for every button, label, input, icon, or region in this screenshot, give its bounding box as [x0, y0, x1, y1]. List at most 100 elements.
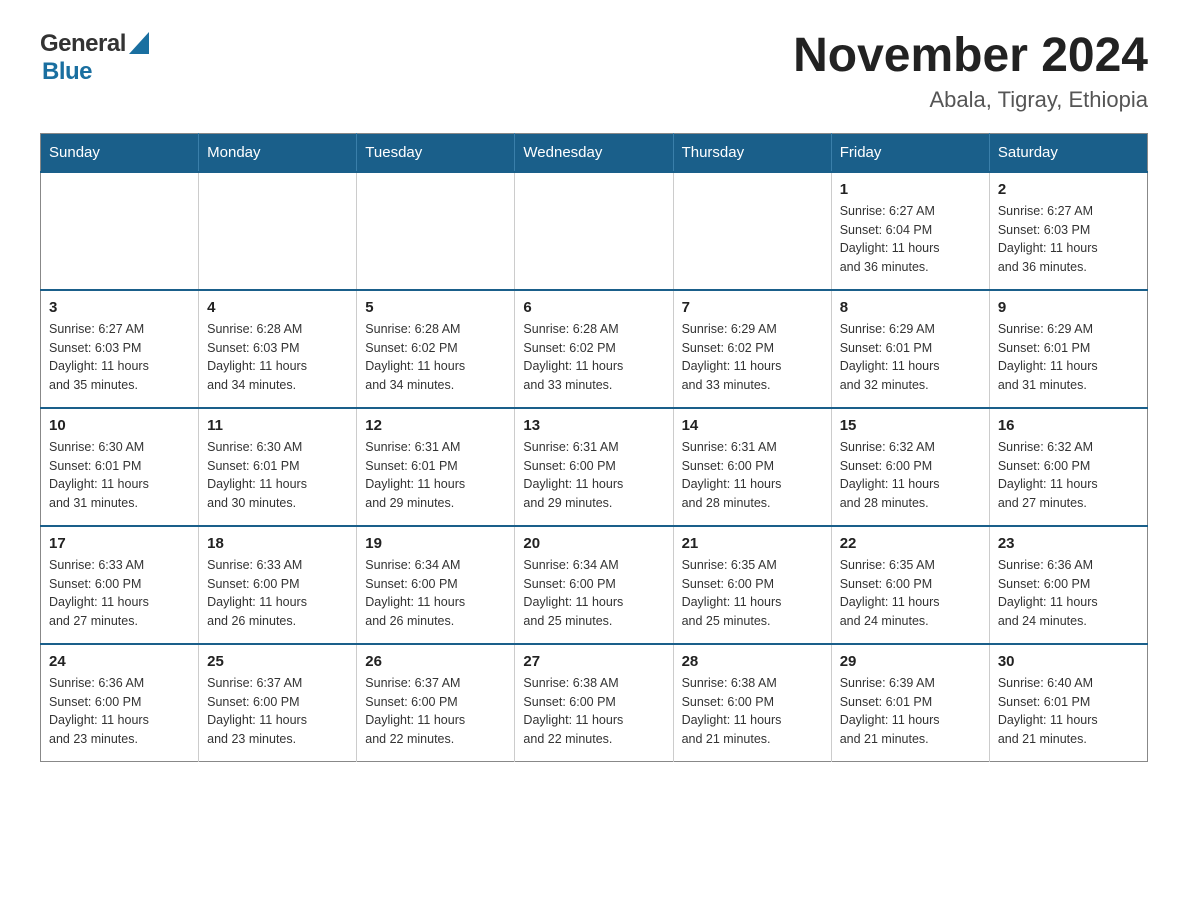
calendar-cell: 14 Sunrise: 6:31 AMSunset: 6:00 PMDayligh…: [673, 408, 831, 526]
calendar-week-row: 3 Sunrise: 6:27 AMSunset: 6:03 PMDaylight…: [41, 290, 1148, 408]
day-number: 30: [998, 653, 1139, 670]
calendar-cell: 19 Sunrise: 6:34 AMSunset: 6:00 PMDayligh…: [357, 526, 515, 644]
calendar-week-row: 1Sunrise: 6:27 AMSunset: 6:04 PMDaylight…: [41, 172, 1148, 290]
day-number: 1: [840, 181, 981, 198]
day-number: 9: [998, 299, 1139, 316]
day-info: Sunrise: 6:27 AMSunset: 6:03 PMDaylight:…: [49, 320, 190, 395]
day-info: Sunrise: 6:33 AMSunset: 6:00 PMDaylight:…: [49, 556, 190, 631]
day-number: 20: [523, 535, 664, 552]
calendar-header: SundayMondayTuesdayWednesdayThursdayFrid…: [41, 133, 1148, 172]
day-number: 17: [49, 535, 190, 552]
day-info: Sunrise: 6:36 AMSunset: 6:00 PMDaylight:…: [49, 674, 190, 749]
weekday-header-wednesday: Wednesday: [515, 133, 673, 172]
day-info: Sunrise: 6:31 AMSunset: 6:00 PMDaylight:…: [682, 438, 823, 513]
day-info: Sunrise: 6:28 AMSunset: 6:03 PMDaylight:…: [207, 320, 348, 395]
calendar-cell: 1Sunrise: 6:27 AMSunset: 6:04 PMDaylight…: [831, 172, 989, 290]
calendar-week-row: 17 Sunrise: 6:33 AMSunset: 6:00 PMDayligh…: [41, 526, 1148, 644]
day-number: 5: [365, 299, 506, 316]
logo-blue-text: Blue: [42, 58, 92, 86]
day-info: Sunrise: 6:38 AMSunset: 6:00 PMDaylight:…: [523, 674, 664, 749]
month-title: November 2024: [793, 30, 1148, 83]
day-info: Sunrise: 6:29 AMSunset: 6:02 PMDaylight:…: [682, 320, 823, 395]
day-info: Sunrise: 6:28 AMSunset: 6:02 PMDaylight:…: [523, 320, 664, 395]
day-number: 26: [365, 653, 506, 670]
day-info: Sunrise: 6:29 AMSunset: 6:01 PMDaylight:…: [998, 320, 1139, 395]
weekday-header-monday: Monday: [199, 133, 357, 172]
day-number: 15: [840, 417, 981, 434]
logo: General Blue: [40, 30, 149, 86]
calendar-cell: [41, 172, 199, 290]
calendar-body: 1Sunrise: 6:27 AMSunset: 6:04 PMDaylight…: [41, 172, 1148, 762]
day-number: 19: [365, 535, 506, 552]
calendar-week-row: 24 Sunrise: 6:36 AMSunset: 6:00 PMDayligh…: [41, 644, 1148, 762]
calendar-cell: 10Sunrise: 6:30 AMSunset: 6:01 PMDayligh…: [41, 408, 199, 526]
day-info: Sunrise: 6:33 AMSunset: 6:00 PMDaylight:…: [207, 556, 348, 631]
calendar-cell: [515, 172, 673, 290]
day-number: 3: [49, 299, 190, 316]
weekday-header-friday: Friday: [831, 133, 989, 172]
header: General Blue November 2024 Abala, Tigray…: [40, 30, 1148, 113]
calendar-cell: 4 Sunrise: 6:28 AMSunset: 6:03 PMDaylight…: [199, 290, 357, 408]
weekday-header-tuesday: Tuesday: [357, 133, 515, 172]
calendar-cell: 11Sunrise: 6:30 AMSunset: 6:01 PMDayligh…: [199, 408, 357, 526]
calendar-cell: 25 Sunrise: 6:37 AMSunset: 6:00 PMDayligh…: [199, 644, 357, 762]
day-number: 8: [840, 299, 981, 316]
day-info: Sunrise: 6:37 AMSunset: 6:00 PMDaylight:…: [207, 674, 348, 749]
day-number: 24: [49, 653, 190, 670]
calendar-cell: [357, 172, 515, 290]
day-info: Sunrise: 6:29 AMSunset: 6:01 PMDaylight:…: [840, 320, 981, 395]
day-number: 12: [365, 417, 506, 434]
day-number: 21: [682, 535, 823, 552]
calendar-table: SundayMondayTuesdayWednesdayThursdayFrid…: [40, 133, 1148, 762]
location-title: Abala, Tigray, Ethiopia: [793, 87, 1148, 113]
calendar-cell: 13Sunrise: 6:31 AMSunset: 6:00 PMDayligh…: [515, 408, 673, 526]
calendar-cell: 8 Sunrise: 6:29 AMSunset: 6:01 PMDaylight…: [831, 290, 989, 408]
calendar-cell: 20 Sunrise: 6:34 AMSunset: 6:00 PMDayligh…: [515, 526, 673, 644]
calendar-cell: 29 Sunrise: 6:39 AMSunset: 6:01 PMDayligh…: [831, 644, 989, 762]
day-number: 25: [207, 653, 348, 670]
calendar-cell: [199, 172, 357, 290]
day-info: Sunrise: 6:40 AMSunset: 6:01 PMDaylight:…: [998, 674, 1139, 749]
calendar-cell: 9 Sunrise: 6:29 AMSunset: 6:01 PMDaylight…: [989, 290, 1147, 408]
day-number: 14: [682, 417, 823, 434]
calendar-cell: 5 Sunrise: 6:28 AMSunset: 6:02 PMDaylight…: [357, 290, 515, 408]
day-number: 6: [523, 299, 664, 316]
calendar-cell: 27Sunrise: 6:38 AMSunset: 6:00 PMDayligh…: [515, 644, 673, 762]
calendar-week-row: 10Sunrise: 6:30 AMSunset: 6:01 PMDayligh…: [41, 408, 1148, 526]
day-info: Sunrise: 6:38 AMSunset: 6:00 PMDaylight:…: [682, 674, 823, 749]
calendar-cell: 3 Sunrise: 6:27 AMSunset: 6:03 PMDaylight…: [41, 290, 199, 408]
day-info: Sunrise: 6:35 AMSunset: 6:00 PMDaylight:…: [840, 556, 981, 631]
calendar-cell: 6 Sunrise: 6:28 AMSunset: 6:02 PMDaylight…: [515, 290, 673, 408]
day-info: Sunrise: 6:31 AMSunset: 6:00 PMDaylight:…: [523, 438, 664, 513]
calendar-cell: 22Sunrise: 6:35 AMSunset: 6:00 PMDayligh…: [831, 526, 989, 644]
title-area: November 2024 Abala, Tigray, Ethiopia: [793, 30, 1148, 113]
day-info: Sunrise: 6:37 AMSunset: 6:00 PMDaylight:…: [365, 674, 506, 749]
weekday-header-saturday: Saturday: [989, 133, 1147, 172]
calendar-cell: [673, 172, 831, 290]
day-info: Sunrise: 6:32 AMSunset: 6:00 PMDaylight:…: [840, 438, 981, 513]
day-number: 28: [682, 653, 823, 670]
calendar-cell: 16Sunrise: 6:32 AMSunset: 6:00 PMDayligh…: [989, 408, 1147, 526]
calendar-cell: 24 Sunrise: 6:36 AMSunset: 6:00 PMDayligh…: [41, 644, 199, 762]
day-info: Sunrise: 6:30 AMSunset: 6:01 PMDaylight:…: [49, 438, 190, 513]
day-number: 23: [998, 535, 1139, 552]
day-info: Sunrise: 6:35 AMSunset: 6:00 PMDaylight:…: [682, 556, 823, 631]
day-info: Sunrise: 6:39 AMSunset: 6:01 PMDaylight:…: [840, 674, 981, 749]
day-info: Sunrise: 6:30 AMSunset: 6:01 PMDaylight:…: [207, 438, 348, 513]
calendar-cell: 2 Sunrise: 6:27 AMSunset: 6:03 PMDaylight…: [989, 172, 1147, 290]
weekday-header-row: SundayMondayTuesdayWednesdayThursdayFrid…: [41, 133, 1148, 172]
calendar-cell: 18Sunrise: 6:33 AMSunset: 6:00 PMDayligh…: [199, 526, 357, 644]
day-number: 2: [998, 181, 1139, 198]
day-number: 7: [682, 299, 823, 316]
day-info: Sunrise: 6:36 AMSunset: 6:00 PMDaylight:…: [998, 556, 1139, 631]
day-number: 4: [207, 299, 348, 316]
day-info: Sunrise: 6:34 AMSunset: 6:00 PMDaylight:…: [365, 556, 506, 631]
day-info: Sunrise: 6:34 AMSunset: 6:00 PMDaylight:…: [523, 556, 664, 631]
calendar-cell: 21 Sunrise: 6:35 AMSunset: 6:00 PMDayligh…: [673, 526, 831, 644]
calendar-cell: 15 Sunrise: 6:32 AMSunset: 6:00 PMDayligh…: [831, 408, 989, 526]
day-info: Sunrise: 6:27 AMSunset: 6:03 PMDaylight:…: [998, 202, 1139, 277]
day-info: Sunrise: 6:28 AMSunset: 6:02 PMDaylight:…: [365, 320, 506, 395]
calendar-cell: 26 Sunrise: 6:37 AMSunset: 6:00 PMDayligh…: [357, 644, 515, 762]
weekday-header-sunday: Sunday: [41, 133, 199, 172]
day-number: 29: [840, 653, 981, 670]
